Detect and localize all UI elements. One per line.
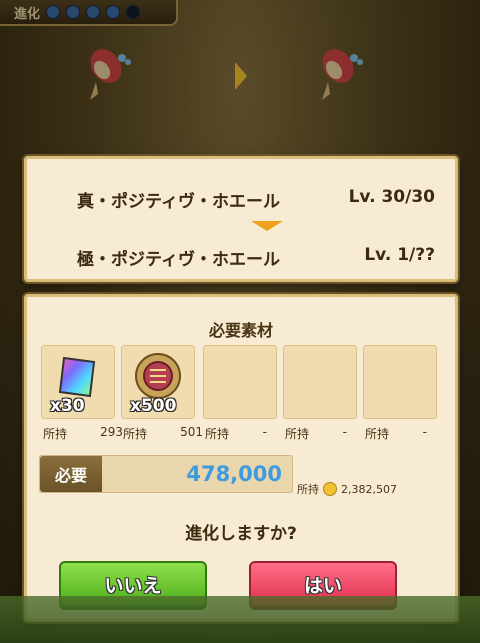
owned-count: 所持 501 (123, 425, 203, 442)
material-slot-empty (203, 345, 277, 419)
owned-value: 293 (100, 425, 123, 439)
owned-gold-value: 2,382,507 (341, 482, 397, 496)
bottom-menu-bar (0, 596, 480, 643)
from-name: 真・ポジティヴ・ホエール (77, 192, 280, 212)
owned-count: 所持 - (205, 425, 267, 442)
cost-value: 478,000 (186, 462, 282, 486)
material-slot-empty (283, 345, 357, 419)
confirm-question: 進化しますか? (185, 524, 297, 544)
owned-label: 所持 (205, 427, 230, 441)
owned-label: 所持 (43, 427, 68, 441)
to-level: Lv. 1/?? (364, 245, 435, 265)
owned-value: 501 (180, 425, 203, 439)
owned-value: - (342, 425, 347, 439)
owned-label: 所持 (285, 427, 310, 441)
owned-count: 所持 - (285, 425, 347, 442)
owned-value: - (422, 425, 427, 439)
cost-label: 必要 (40, 456, 102, 492)
material-slot[interactable]: x500 (121, 345, 195, 419)
evolution-name-panel: 真・ポジティヴ・ホエール Lv. 30/30 極・ポジティヴ・ホエール Lv. … (24, 156, 458, 282)
owned-label: 所持 (365, 427, 390, 441)
materials-title: 必要素材 (208, 321, 273, 340)
coin-icon (323, 482, 337, 496)
material-qty: x30 (50, 396, 85, 416)
owned-count: 所持 293 (43, 425, 123, 442)
owned-count: 所持 - (365, 425, 427, 442)
owned-label: 所持 (123, 427, 148, 441)
rainbow-card-icon (58, 356, 96, 398)
owned-value: - (262, 425, 267, 439)
from-row: 真・ポジティヴ・ホエール Lv. 30/30 (77, 187, 435, 212)
from-level: Lv. 30/30 (348, 187, 435, 207)
owned-gold-label: 所持 (297, 483, 319, 496)
to-row: 極・ポジティヴ・ホエール Lv. 1/?? (77, 245, 435, 270)
chevron-down-icon (251, 221, 283, 231)
evolution-confirm-dialog: 必要素材 x30 x500 所持 293 所持 501 所持 - 所持 - 所持… (24, 294, 458, 622)
material-slot-empty (363, 345, 437, 419)
laurel-medal-icon (135, 353, 181, 399)
to-name: 極・ポジティヴ・ホエール (77, 250, 280, 270)
material-qty: x500 (130, 396, 177, 416)
material-slot[interactable]: x30 (41, 345, 115, 419)
gold-cost-box: 必要 478,000 (39, 455, 293, 493)
owned-gold: 所持 2,382,507 (297, 481, 397, 497)
